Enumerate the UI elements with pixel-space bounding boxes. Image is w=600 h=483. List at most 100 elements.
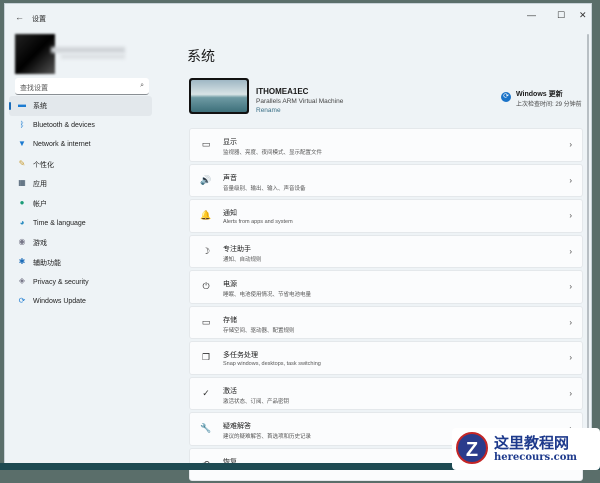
nav-icon: ▬: [18, 100, 26, 109]
nav-icon: ✎: [18, 158, 26, 168]
watermark-text: 这里教程网: [494, 434, 570, 452]
sidebar-item[interactable]: ◕ Time & language: [9, 214, 152, 234]
card-title: 电源: [223, 281, 237, 288]
sidebar-item-label: Privacy & security: [33, 278, 89, 286]
watermark-url: herecours.com: [494, 452, 578, 463]
nav-icon: ◈: [18, 276, 26, 286]
card-subtitle: 音量级别、输出、输入、声音设备: [223, 185, 306, 192]
chevron-right-icon: ›: [569, 282, 572, 291]
chevron-right-icon: ›: [569, 175, 572, 185]
sidebar-item[interactable]: ▦ 应用: [9, 174, 152, 194]
maximize-button[interactable]: ☐: [557, 10, 565, 21]
settings-card[interactable]: ▭ 显示监视器、亮度、夜间模式、显示配置文件 ›: [189, 128, 583, 162]
sidebar-item-label: 个性化: [33, 161, 54, 169]
card-title: 疑难解答: [223, 423, 251, 430]
card-subtitle: 睡眠、电池使用情况、节省电池电量: [223, 292, 312, 298]
rename-link[interactable]: Rename: [256, 107, 281, 114]
settings-card[interactable]: ❐ 多任务处理 Snap windows, desktops, task switc…: [189, 341, 583, 375]
page-title: 系统: [187, 48, 215, 64]
card-title: 声音: [223, 174, 237, 182]
settings-card[interactable]: 🔔 通知 Alerts from apps and system ›: [189, 199, 583, 233]
sidebar-item-label: 游戏: [33, 239, 47, 247]
chevron-right-icon: ›: [569, 388, 572, 398]
sidebar-item[interactable]: ⟳ Windows Update: [9, 292, 152, 312]
chevron-right-icon: ›: [569, 211, 572, 220]
nav-icon: ▦: [18, 178, 26, 188]
nav-icon: ◉: [18, 237, 26, 247]
card-title: 多任务处理: [223, 352, 258, 359]
card-icon: ✓: [202, 387, 210, 398]
windows-update-icon[interactable]: ⟳: [501, 92, 511, 102]
nav-icon: ✱: [18, 256, 26, 266]
sidebar-item-label: Bluetooth & devices: [33, 121, 95, 129]
sidebar-nav: ▬ 系统 ᛒ Bluetooth & devices ▼ Network & intern…: [9, 96, 152, 312]
nav-icon: ◕: [19, 217, 25, 227]
sidebar-item-label: 系统: [33, 102, 47, 110]
card-icon: ▭: [201, 139, 211, 149]
card-subtitle: 建议的疑难解答、首选项和历史记录: [223, 434, 312, 440]
card-icon: ☽: [201, 245, 211, 256]
sidebar-item-label: Windows Update: [33, 298, 86, 306]
sidebar-item[interactable]: ✱ 辅助功能: [9, 253, 152, 273]
profile-email-blurred: [61, 54, 125, 59]
chevron-right-icon: ›: [569, 246, 572, 256]
chevron-right-icon: ›: [569, 317, 572, 327]
search-placeholder: 查找设置: [20, 85, 48, 92]
settings-card[interactable]: 🔊 声音音量级别、输出、输入、声音设备 ›: [189, 163, 583, 197]
sidebar-item-label: 帐户: [33, 200, 47, 208]
sidebar-item[interactable]: ᛒ Bluetooth & devices: [9, 116, 152, 136]
card-subtitle: Snap windows, desktops, task switching: [223, 361, 321, 367]
close-button[interactable]: ✕: [579, 10, 587, 21]
card-subtitle: 存储空间、驱动器、配置规则: [223, 327, 295, 334]
device-model: Parallels ARM Virtual Machine: [256, 98, 344, 105]
nav-icon: ⟳: [18, 295, 26, 305]
sidebar-item-label: 辅助功能: [33, 259, 61, 267]
sidebar-item[interactable]: ▬ 系统: [9, 96, 152, 116]
window-title: 设置: [32, 16, 46, 23]
sidebar-item-label: Time & language: [33, 219, 86, 227]
title-bar: ← 设置 — ☐ ✕: [5, 4, 591, 30]
card-title: 专注助手: [223, 245, 251, 253]
sidebar-item[interactable]: ✎ 个性化: [9, 155, 152, 175]
card-icon: ❐: [201, 352, 211, 362]
card-icon: 🔔: [200, 210, 212, 220]
windows-update-title[interactable]: Windows 更新: [516, 89, 563, 99]
card-subtitle: 监视器、亮度、夜间模式、显示配置文件: [223, 150, 323, 156]
back-button[interactable]: ←: [15, 12, 24, 22]
nav-icon: ●: [19, 197, 25, 207]
card-subtitle: 激活状态、订阅、产品密钥: [223, 398, 290, 405]
settings-card[interactable]: ☽ 专注助手通知、自动规则 ›: [189, 234, 583, 268]
watermark: Z 这里教程网 herecours.com: [452, 428, 600, 470]
sidebar-item-label: Network & internet: [33, 141, 91, 149]
minimize-button[interactable]: —: [527, 10, 536, 20]
chevron-right-icon: ›: [569, 140, 572, 149]
sidebar-item[interactable]: ● 帐户: [9, 194, 152, 214]
nav-icon: ᛒ: [19, 119, 25, 129]
settings-card[interactable]: ⏻ 电源睡眠、电池使用情况、节省电池电量 ›: [189, 270, 583, 304]
search-icon: ⌕: [140, 82, 144, 89]
settings-card[interactable]: ▭ 存储 存储空间、驱动器、配置规则 ›: [189, 305, 583, 339]
chevron-right-icon: ›: [569, 353, 572, 362]
scrollbar[interactable]: [587, 34, 589, 434]
profile-name-blurred: [51, 47, 125, 53]
sidebar-item[interactable]: ▼ Network & internet: [9, 135, 152, 155]
sidebar-item[interactable]: ◉ 游戏: [9, 233, 152, 253]
settings-card[interactable]: ✓ 激活 激活状态、订阅、产品密钥 ›: [189, 376, 583, 410]
settings-window: ← 设置 — ☐ ✕ 查找设置 ⌕ ▬ 系统 ᛒ Bluetooth & device…: [4, 3, 592, 481]
card-subtitle: Alerts from apps and system: [223, 219, 293, 225]
card-icon: ▭: [201, 316, 211, 327]
nav-icon: ▼: [18, 139, 26, 149]
card-subtitle: 通知、自动规则: [223, 256, 262, 263]
sidebar-item[interactable]: ◈ Privacy & security: [9, 272, 152, 292]
card-icon: 🔊: [200, 174, 212, 185]
windows-update-status: 上次检查时间: 29 分钟前: [516, 102, 582, 108]
search-input[interactable]: 查找设置 ⌕: [15, 78, 149, 95]
card-title: 显示: [223, 139, 237, 146]
card-icon: ⏻: [202, 281, 210, 291]
watermark-logo: Z: [456, 432, 488, 464]
sidebar-item-label: 应用: [33, 181, 47, 189]
card-icon: 🔧: [200, 423, 212, 433]
card-title: 通知: [223, 210, 237, 217]
device-name: ITHOMEA1EC: [256, 87, 309, 96]
avatar[interactable]: [15, 34, 55, 74]
